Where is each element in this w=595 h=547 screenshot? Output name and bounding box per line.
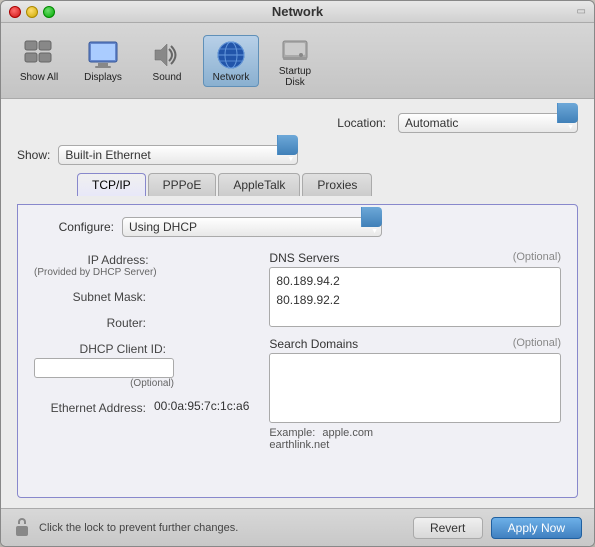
search-domains-box[interactable]	[269, 353, 561, 423]
titlebar: Network ▭	[1, 1, 594, 23]
startup-disk-label: Startup Disk	[272, 66, 318, 88]
lock-body	[16, 526, 28, 536]
tab-proxies[interactable]: Proxies	[302, 173, 372, 196]
dhcp-client-id-row: DHCP Client ID: (Optional)	[34, 340, 249, 389]
displays-label: Displays	[84, 72, 122, 83]
dhcp-client-id-sublabel: (Optional)	[34, 378, 174, 389]
configure-select-wrapper: Using DHCP	[122, 217, 382, 237]
sound-label: Sound	[153, 72, 182, 83]
show-all-label: Show All	[20, 72, 58, 83]
tab-pppoe[interactable]: PPPoE	[148, 173, 217, 196]
configure-label: Configure:	[34, 220, 114, 234]
maximize-button[interactable]	[43, 6, 55, 18]
show-label: Show:	[17, 148, 50, 162]
network-icon	[215, 39, 247, 71]
tab-panel-tcpip: Configure: Using DHCP IP Address: (Provi…	[17, 204, 578, 498]
location-select-wrapper: Automatic	[398, 113, 578, 133]
dns-server-1: 80.189.94.2	[276, 272, 554, 291]
dns-header: DNS Servers (Optional)	[269, 251, 561, 265]
ethernet-address-value: 00:0a:95:7c:1c:a6	[154, 399, 249, 413]
subnet-mask-row: Subnet Mask:	[34, 288, 249, 304]
search-domains-optional-label: (Optional)	[513, 337, 561, 351]
example-prefix: Example:	[269, 427, 315, 439]
ip-address-row: IP Address: (Provided by DHCP Server)	[34, 251, 249, 278]
ip-address-label: IP Address:	[34, 251, 157, 267]
tab-tcpip[interactable]: TCP/IP	[77, 173, 146, 196]
router-label: Router:	[34, 314, 154, 330]
right-column: DNS Servers (Optional) 80.189.94.2 80.18…	[269, 251, 561, 451]
lock-icon[interactable]	[13, 518, 31, 538]
info-grid: IP Address: (Provided by DHCP Server) Su…	[34, 251, 561, 451]
traffic-lights	[9, 6, 55, 18]
toolbar: Show All Displays Sound	[1, 23, 594, 99]
dns-optional-label: (Optional)	[513, 251, 561, 265]
sound-icon	[151, 39, 183, 71]
dns-server-2: 80.189.92.2	[276, 291, 554, 310]
dhcp-client-id-label: DHCP Client ID:	[34, 340, 174, 356]
dns-servers-label: DNS Servers	[269, 251, 339, 265]
toolbar-item-startup-disk[interactable]: Startup Disk	[267, 29, 323, 92]
router-row: Router:	[34, 314, 249, 330]
startup-disk-icon	[279, 33, 311, 65]
toolbar-item-sound[interactable]: Sound	[139, 35, 195, 87]
ip-address-sublabel: (Provided by DHCP Server)	[34, 267, 157, 278]
tab-appletalk[interactable]: AppleTalk	[218, 173, 300, 196]
minimize-button[interactable]	[26, 6, 38, 18]
subnet-mask-label: Subnet Mask:	[34, 288, 154, 304]
show-row: Show: Built-in Ethernet	[17, 145, 578, 165]
close-button[interactable]	[9, 6, 21, 18]
lock-text: Click the lock to prevent further change…	[39, 522, 405, 534]
window: Network ▭ Show All	[0, 0, 595, 547]
apply-now-button[interactable]: Apply Now	[491, 517, 582, 539]
main-content: Location: Automatic Show: Built-in Ether…	[1, 99, 594, 508]
location-row: Location: Automatic	[17, 109, 578, 137]
ethernet-address-label: Ethernet Address:	[34, 399, 154, 415]
configure-row: Configure: Using DHCP	[34, 217, 561, 237]
toolbar-item-network[interactable]: Network	[203, 35, 259, 87]
location-label: Location:	[337, 116, 386, 130]
toolbar-item-displays[interactable]: Displays	[75, 35, 131, 87]
search-domains-header: Search Domains (Optional)	[269, 337, 561, 351]
toolbar-item-show-all[interactable]: Show All	[11, 35, 67, 87]
show-all-icon	[23, 39, 55, 71]
configure-select[interactable]: Using DHCP	[122, 217, 382, 237]
dns-servers-box[interactable]: 80.189.94.2 80.189.92.2	[269, 267, 561, 327]
dhcp-client-id-input[interactable]	[34, 358, 174, 378]
tabs-container: TCP/IP PPPoE AppleTalk Proxies	[77, 173, 578, 196]
bottom-bar: Click the lock to prevent further change…	[1, 508, 594, 546]
search-domains-label: Search Domains	[269, 337, 358, 351]
show-select[interactable]: Built-in Ethernet	[58, 145, 298, 165]
show-select-wrapper: Built-in Ethernet	[58, 145, 298, 165]
revert-button[interactable]: Revert	[413, 517, 483, 539]
network-label: Network	[213, 72, 250, 83]
lock-shackle	[18, 518, 26, 524]
left-column: IP Address: (Provided by DHCP Server) Su…	[34, 251, 249, 451]
displays-icon	[87, 39, 119, 71]
example-text: Example: apple.com earthlink.net	[269, 427, 561, 451]
resize-icon: ▭	[577, 6, 586, 17]
location-select[interactable]: Automatic	[398, 113, 578, 133]
ethernet-address-row: Ethernet Address: 00:0a:95:7c:1c:a6	[34, 399, 249, 415]
window-title: Network	[272, 4, 323, 19]
